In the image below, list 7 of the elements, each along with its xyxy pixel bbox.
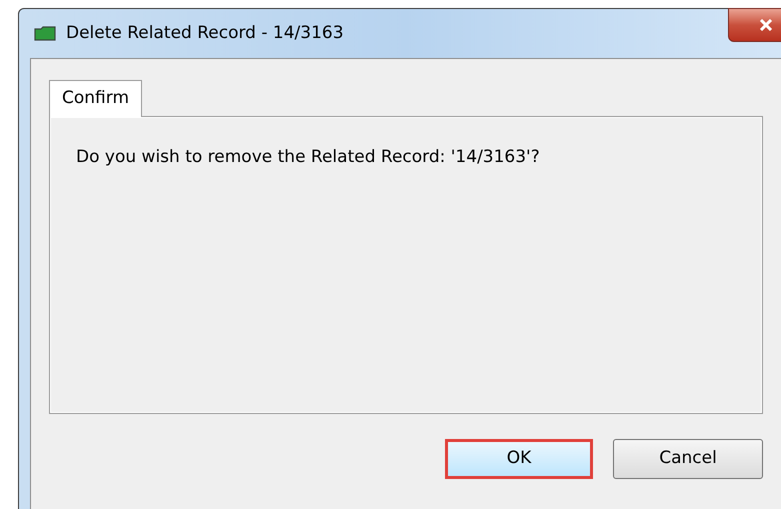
folder-icon bbox=[34, 26, 56, 41]
dialog-button[interactable]: Cancel bbox=[613, 439, 763, 479]
close-icon bbox=[759, 19, 773, 31]
confirm-message: Do you wish to remove the Related Record: '14/3163'? bbox=[76, 146, 541, 169]
tab[interactable]: Confirm bbox=[49, 80, 142, 117]
window-title: Delete Related Record - 14/3163 bbox=[66, 22, 344, 45]
dialog-button[interactable]: OK bbox=[445, 439, 593, 479]
